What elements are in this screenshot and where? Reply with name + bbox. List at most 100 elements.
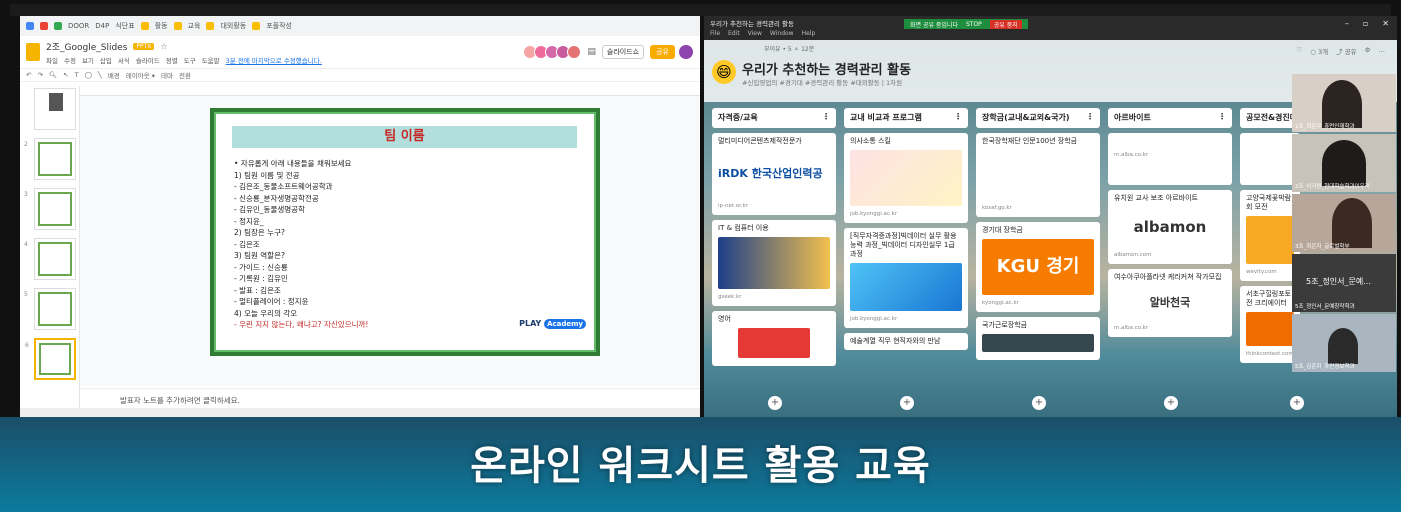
- comment-icon[interactable]: ▤: [587, 47, 596, 57]
- bookmark-external[interactable]: 대외활동: [220, 21, 246, 31]
- menu-window[interactable]: Window: [770, 30, 794, 37]
- participant-tile[interactable]: 5조_김준하_휴먼정보학과: [1292, 314, 1396, 372]
- toolbar-theme[interactable]: 테마: [161, 70, 173, 80]
- column-header[interactable]: 아르바이트 ⋮: [1108, 108, 1232, 128]
- slide-title[interactable]: 팀 이름: [232, 126, 577, 148]
- slide-thumbnail[interactable]: 4: [24, 238, 76, 280]
- add-post-button[interactable]: +: [1032, 396, 1046, 410]
- zoom-icon[interactable]: 🔍︎: [49, 71, 57, 79]
- card-image: [738, 328, 810, 358]
- add-post-button[interactable]: +: [1290, 396, 1304, 410]
- menu-tools[interactable]: 도구: [184, 55, 196, 65]
- padlet-card[interactable]: [직무자격증과정]빅데이터 실무 활용 능력 과정_빅데이터 디자인실무 1급 …: [844, 228, 968, 328]
- menu-insert[interactable]: 삽입: [100, 55, 112, 65]
- participant-tile[interactable]: 1조_최운우_휴먼인재학과: [1292, 74, 1396, 132]
- cursor-icon[interactable]: ↖: [63, 71, 68, 79]
- column-header[interactable]: 장학금(교내&교외&국가) ⋮: [976, 108, 1100, 128]
- slide-thumbnail[interactable]: [34, 88, 76, 130]
- bookmark-door[interactable]: DOOR: [68, 22, 89, 30]
- padlet-card[interactable]: 의사소통 스킬 job.kyonggi.ac.kr: [844, 133, 968, 223]
- slide-thumbnail[interactable]: 2: [24, 138, 76, 180]
- padlet-card[interactable]: 한국장학재단 인문100년 장학금 kosaf.go.kr: [976, 133, 1100, 217]
- toolbar-background[interactable]: 배경: [108, 70, 120, 80]
- padlet-card[interactable]: 고양국제꽃박람회 모전 wevity.com: [1240, 190, 1300, 281]
- add-post-button[interactable]: +: [1164, 396, 1178, 410]
- slide-line-highlight: - 우린 지지 않는다, 왜냐고? 자신있으니까!: [234, 320, 369, 329]
- bookmark-portfolio[interactable]: 포플작성: [266, 21, 292, 31]
- participant-tile[interactable]: 5조_정인서_문예... 5조_정인서_문예창작학과: [1292, 254, 1396, 312]
- add-post-button[interactable]: +: [900, 396, 914, 410]
- padlet-card[interactable]: 서초구힐링포토 전 크리에이터 thinkcontest.com: [1240, 286, 1300, 363]
- card-image: [1246, 216, 1294, 264]
- doc-title[interactable]: 2조_Google_Slides: [46, 40, 127, 53]
- padlet-card[interactable]: 국가근로장학금: [976, 317, 1100, 360]
- slideshow-button[interactable]: 슬라이드쇼: [601, 45, 645, 59]
- column-header[interactable]: 자격증/교육 ⋮: [712, 108, 836, 128]
- speaker-notes[interactable]: 발표자 노트를 추가하려면 클릭하세요.: [80, 388, 700, 408]
- menu-edit[interactable]: Edit: [728, 30, 740, 37]
- toolbar-layout[interactable]: 레이아웃 ▾: [126, 70, 155, 80]
- padlet-card[interactable]: IT & 컴퓨터 이용 gseek.kr: [712, 220, 836, 306]
- column-header[interactable]: 교내 비교과 프로그램 ⋮: [844, 108, 968, 128]
- star-icon[interactable]: ☆: [160, 42, 167, 51]
- bookmark-d4p[interactable]: D4P: [95, 22, 109, 30]
- padlet-card[interactable]: 예술계열 직무 현직자와의 만남: [844, 333, 968, 350]
- last-edit-link[interactable]: 3분 전에 마지막으로 수정했습니다.: [226, 55, 322, 65]
- bookmark-icon[interactable]: [26, 22, 34, 30]
- card-title: 한국장학재단 인문100년 장학금: [982, 137, 1078, 145]
- settings-icon[interactable]: ⚙: [1365, 46, 1371, 56]
- close-icon[interactable]: ✕: [1382, 19, 1389, 28]
- stop-share-button[interactable]: 공유 중지: [989, 19, 1022, 29]
- menu-help[interactable]: Help: [802, 30, 816, 37]
- bookmark-education[interactable]: 교육: [188, 21, 201, 31]
- current-slide[interactable]: 팀 이름 • 자유롭게 아래 내용들을 채워보세요 1) 팀원 이름 및 전공 …: [210, 108, 600, 356]
- padlet-card[interactable]: 여수아쿠아플라넷 케리커쳐 작가모집 알바천국 m.alba.co.kr: [1108, 269, 1232, 337]
- share-button[interactable]: 공유: [650, 45, 675, 59]
- menu-edit[interactable]: 수정: [64, 55, 76, 65]
- padlet-card[interactable]: m.alba.co.kr: [1108, 133, 1232, 185]
- collaborator-avatars[interactable]: [523, 45, 582, 59]
- menu-help[interactable]: 도움말: [202, 55, 220, 65]
- add-post-button[interactable]: +: [768, 396, 782, 410]
- slide-thumbnail-selected[interactable]: 6: [25, 338, 76, 380]
- slide-canvas[interactable]: 팀 이름 • 자유롭게 아래 내용들을 채워보세요 1) 팀원 이름 및 전공 …: [80, 86, 700, 386]
- more-icon[interactable]: …: [1379, 46, 1386, 56]
- slide-thumbnail[interactable]: 5: [24, 288, 76, 330]
- account-avatar[interactable]: [678, 44, 694, 60]
- visitors-count[interactable]: ○ 3개: [1310, 46, 1328, 56]
- bookmark-activity[interactable]: 활동: [155, 21, 168, 31]
- participant-tile[interactable]: 2조_이지원_현대학습학과이우리: [1292, 134, 1396, 192]
- redo-icon[interactable]: ↷: [37, 71, 42, 79]
- padlet-card[interactable]: 영어: [712, 311, 836, 366]
- bookmark-icon[interactable]: [54, 22, 62, 30]
- padlet-card[interactable]: 유치원 교사 보조 아르바이트 albamon albamon.com: [1108, 190, 1232, 264]
- bookmark-menu[interactable]: 식단표: [115, 21, 134, 31]
- like-icon[interactable]: ♡: [1296, 46, 1302, 56]
- toolbar-transition[interactable]: 전환: [179, 70, 191, 80]
- menu-view[interactable]: View: [748, 30, 762, 37]
- bookmark-icon[interactable]: [40, 22, 48, 30]
- padlet-card[interactable]: 멀티미디어콘텐츠제작전문가 iRDK 한국산업인력공 ip-net.or.kr: [712, 133, 836, 215]
- padlet-card[interactable]: [1240, 133, 1300, 185]
- slide-body[interactable]: • 자유롭게 아래 내용들을 채워보세요 1) 팀원 이름 및 전공 - 김은조…: [234, 158, 368, 331]
- slides-logo-icon[interactable]: [26, 43, 40, 61]
- padlet-card[interactable]: 경기대 장학금 KGU 경기 kyonggi.ac.kr: [976, 222, 1100, 312]
- shape-icon[interactable]: ◯: [85, 71, 92, 79]
- menu-format[interactable]: 서식: [118, 55, 130, 65]
- menu-view[interactable]: 보기: [82, 55, 94, 65]
- share-icon[interactable]: ⤴ 공유: [1336, 46, 1357, 56]
- textbox-icon[interactable]: T: [75, 71, 79, 79]
- maximize-icon[interactable]: ▫: [1363, 19, 1368, 28]
- menu-file[interactable]: 파일: [46, 55, 58, 65]
- slide-thumbnail[interactable]: 3: [24, 188, 76, 230]
- column-header[interactable]: 공모전&경진대회: [1240, 108, 1300, 128]
- undo-icon[interactable]: ↶: [26, 71, 31, 79]
- menu-slide[interactable]: 슬라이드: [136, 55, 160, 65]
- menu-file[interactable]: File: [710, 30, 720, 37]
- menu-arrange[interactable]: 정렬: [166, 55, 178, 65]
- participant-tile[interactable]: 3조_최은지_글로벌학부: [1292, 194, 1396, 252]
- line-icon[interactable]: ╲: [98, 71, 102, 79]
- minimize-icon[interactable]: –: [1345, 19, 1349, 28]
- stop-label[interactable]: STOP: [966, 21, 982, 28]
- avatar[interactable]: [567, 45, 582, 59]
